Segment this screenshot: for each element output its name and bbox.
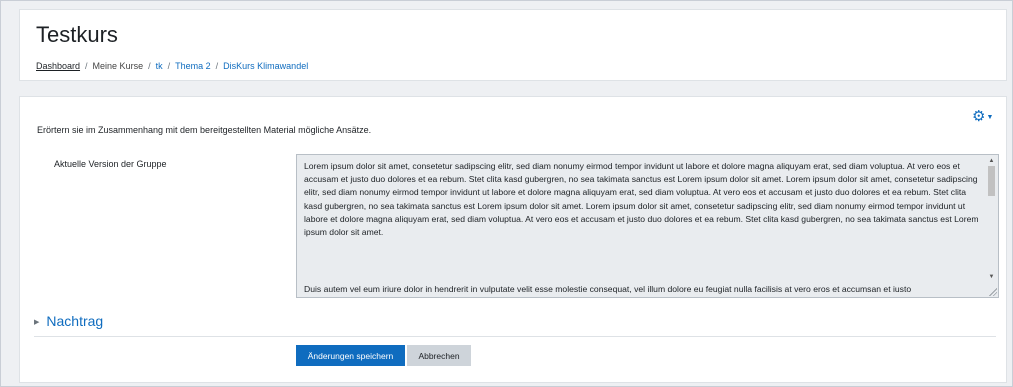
breadcrumb-thema-2[interactable]: Thema 2 [175,61,211,71]
scroll-up-icon[interactable]: ▲ [986,156,997,166]
resize-handle[interactable] [989,288,997,296]
editor-paragraph: Lorem ipsum dolor sit amet, consetetur s… [304,161,979,238]
page-title: Testkurs [36,22,118,47]
breadcrumb-separator: / [148,61,151,71]
field-label: Aktuelle Version der Gruppe [54,159,167,169]
textarea-scrollbar[interactable]: ▲ ▼ [986,156,997,296]
breadcrumb-separator: / [215,61,219,71]
page-header: Testkurs Dashboard / Meine Kurse / tk / Thema … [19,9,1007,81]
section-title: Nachtrag [46,313,104,329]
group-version-textarea[interactable]: Lorem ipsum dolor sit amet, consetetur s… [296,154,999,298]
breadcrumb-separator: / [85,61,88,71]
main-content: ⚙▼ Erörtern sie im Zusammenhang mit dem … [19,96,1007,383]
breadcrumb-meine-kurse: Meine Kurse [92,61,144,71]
breadcrumb-dashboard[interactable]: Dashboard [36,61,80,71]
divider [34,336,996,337]
section-toggle-nachtrag[interactable]: ▶ Nachtrag [34,313,103,329]
editor-paragraph: Duis autem vel eum iriure dolor in hendr… [304,284,912,294]
chevron-right-icon: ▶ [34,319,40,326]
save-button[interactable]: Änderungen speichern [296,345,405,366]
breadcrumb-tk[interactable]: tk [156,61,163,71]
gear-icon: ⚙ [972,108,986,125]
task-description: Erörtern sie im Zusammenhang mit dem ber… [37,125,372,135]
cancel-button[interactable]: Abbrechen [407,345,471,366]
breadcrumb: Dashboard / Meine Kurse / tk / Thema 2 / DisKurs… [36,61,308,71]
settings-menu-button[interactable]: ⚙▼ [972,109,998,125]
page-frame: Testkurs Dashboard / Meine Kurse / tk / Thema … [0,0,1013,387]
chevron-down-icon: ▼ [986,114,994,121]
scroll-down-icon[interactable]: ▼ [986,272,997,282]
scroll-thumb[interactable] [988,166,995,196]
breadcrumb-diskurs-klimawandel[interactable]: DisKurs Klimawandel [223,61,308,71]
breadcrumb-separator: / [167,61,171,71]
